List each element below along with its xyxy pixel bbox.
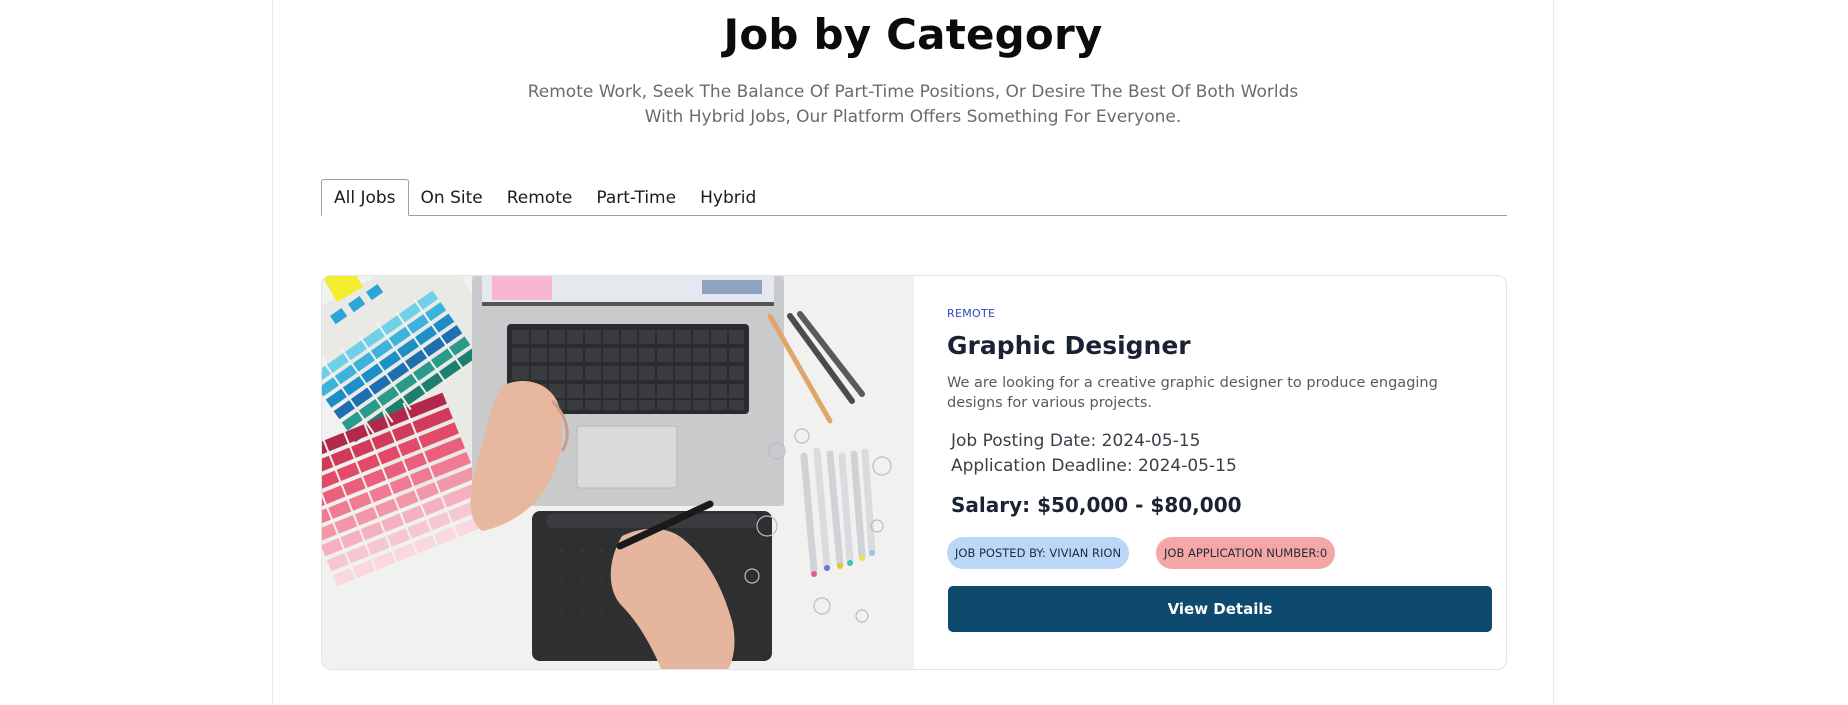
job-description: We are looking for a creative graphic de… (947, 375, 1438, 411)
section-subtitle: Remote Work, Seek The Balance Of Part-Ti… (527, 82, 1299, 127)
job-type-tag: REMOTE (947, 307, 996, 320)
tab-remote[interactable]: Remote (495, 181, 585, 215)
job-category-section: Job by Category Remote Work, Seek The Ba… (272, 0, 1554, 705)
job-salary: Salary: $50,000 - $80,000 (951, 493, 1242, 517)
posted-by-badge: JOB POSTED BY: VIVIAN RION (947, 537, 1130, 569)
category-tabs: All Jobs On Site Remote Part-Time Hybrid (321, 179, 1507, 216)
job-posting-date: Job Posting Date: 2024-05-15 (951, 431, 1201, 451)
application-number-badge: JOB APPLICATION NUMBER:0 (1156, 537, 1336, 569)
job-title: Graphic Designer (947, 331, 1191, 360)
application-deadline: Application Deadline: 2024-05-15 (951, 456, 1237, 476)
job-image (322, 276, 914, 669)
tab-part-time[interactable]: Part-Time (584, 181, 688, 215)
job-info: REMOTE Graphic Designer We are looking f… (934, 276, 1506, 669)
tab-hybrid[interactable]: Hybrid (688, 181, 768, 215)
view-details-button[interactable]: View Details (948, 586, 1492, 632)
job-card: REMOTE Graphic Designer We are looking f… (321, 275, 1507, 670)
tab-on-site[interactable]: On Site (409, 181, 495, 215)
job-dates: Job Posting Date: 2024-05-15 Application… (951, 429, 1237, 479)
tab-all-jobs[interactable]: All Jobs (321, 179, 409, 216)
section-title: Job by Category (723, 10, 1103, 59)
